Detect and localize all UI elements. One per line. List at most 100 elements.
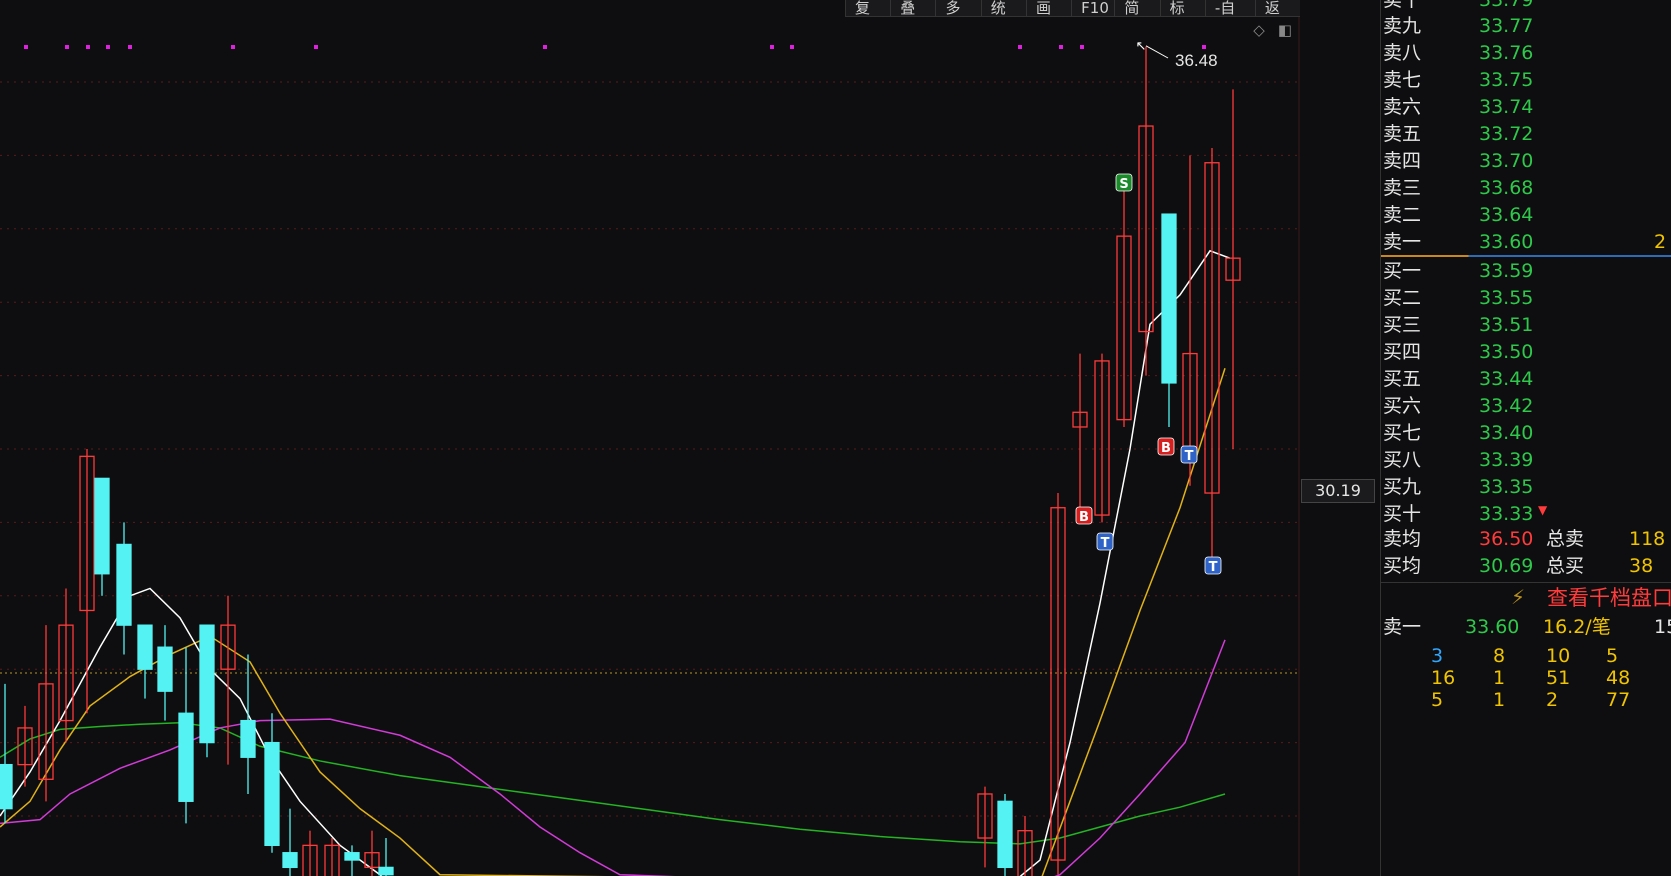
candle-down-body	[997, 800, 1013, 869]
overlay-button[interactable]: 叠加	[890, 0, 935, 16]
bid-level-label: 买六	[1383, 395, 1422, 417]
bid-level-row[interactable]: 买十 33.33	[1381, 501, 1671, 527]
kline-chart[interactable]: 36.0035.0034.0033.0032.0031.0030.0029.00…	[0, 0, 1300, 876]
bid-level-label: 买四	[1383, 341, 1422, 363]
candle-down-body	[378, 866, 394, 876]
mark-button[interactable]: 标记	[1159, 0, 1205, 16]
bid-level-label: 买十	[1383, 503, 1422, 525]
draw-line-button[interactable]: 画线	[1025, 0, 1071, 16]
restore-rights-button[interactable]: 复权	[845, 0, 890, 16]
bid-level-label: 买二	[1383, 287, 1422, 309]
ask-level-price: 33.74	[1479, 96, 1534, 118]
bid-level-row[interactable]: 买一 33.59	[1381, 258, 1671, 284]
signal-dot	[65, 45, 69, 49]
signal-dot	[24, 45, 28, 49]
ask-level-row[interactable]: 卖二 33.64	[1381, 202, 1671, 228]
candle-down-body	[116, 543, 132, 626]
ask-level-row[interactable]: 卖九 33.77	[1381, 13, 1671, 39]
back-button[interactable]: 返回	[1254, 0, 1300, 16]
signal-dot	[1018, 45, 1022, 49]
f10-button[interactable]: F10	[1071, 0, 1114, 16]
queue-cell: 51	[1546, 667, 1571, 689]
total-buy-label: 总买	[1546, 555, 1585, 577]
candle-down-body	[264, 741, 280, 847]
ask-level-price: 33.64	[1479, 204, 1534, 226]
trade-marker-letter: T	[1209, 560, 1218, 575]
total-sell-label: 总卖	[1546, 528, 1585, 550]
bid-level-row[interactable]: 买五 33.44	[1381, 366, 1671, 392]
bid-level-row[interactable]: 买九 33.35	[1381, 474, 1671, 500]
ask-level-row[interactable]: 卖四 33.70	[1381, 148, 1671, 174]
ask-level-row[interactable]: 卖八 33.76	[1381, 40, 1671, 66]
order-book-panel: 卖十 33.79 卖九 33.77 卖八 33.76 卖七 33.75 卖六 33.74 卖五 3…	[1380, 0, 1671, 876]
queue-cell: 10	[1546, 645, 1571, 667]
kline-chart-area[interactable]: 36.0035.0034.0033.0032.0031.0030.0029.00…	[0, 0, 1375, 876]
bid-level-label: 买九	[1383, 476, 1422, 498]
detail-price: 33.60	[1465, 616, 1520, 638]
bid-level-row[interactable]: 买三 33.51	[1381, 312, 1671, 338]
bid-level-price: 33.55	[1479, 287, 1534, 309]
remove-watchlist-button[interactable]: -自选	[1204, 0, 1255, 16]
ask-level-row[interactable]: 卖五 33.72	[1381, 121, 1671, 147]
view-depth-link[interactable]: 查看千档盘口	[1547, 585, 1671, 611]
buy-average-row: 买均 30.69 总买 38	[1381, 553, 1671, 579]
panel-toggle-icon[interactable]: ◧	[1277, 22, 1293, 38]
ask-level-label: 卖一	[1383, 231, 1422, 253]
diamond-icon[interactable]: ◇	[1251, 22, 1267, 38]
sell-average-label: 卖均	[1383, 528, 1422, 550]
bid-level-price: 33.35	[1479, 476, 1534, 498]
multi-stock-button[interactable]: 多股	[935, 0, 980, 16]
detail-label: 卖一	[1383, 616, 1422, 638]
high-price-label: 36.48	[1175, 51, 1218, 70]
signal-dot	[1059, 45, 1063, 49]
queue-cell: 1	[1493, 689, 1506, 711]
bid-level-price: 33.42	[1479, 395, 1534, 417]
total-sell-value: 118	[1629, 528, 1666, 550]
detail-row: 卖一 33.60 16.2/笔 15	[1381, 614, 1671, 640]
queue-cell: 16	[1431, 667, 1456, 689]
chart-toolbar: 复权 叠加 多股 统计 画线 F10 简框 标记 -自选 返回	[845, 0, 1300, 17]
down-arrow-icon: ▼	[1538, 503, 1548, 517]
order-book-row[interactable]: 卖十 33.79	[1381, 0, 1671, 13]
ask-level-row[interactable]: 卖一 33.60 2	[1381, 229, 1671, 255]
trade-marker-letter: B	[1161, 441, 1171, 456]
ask-level-label: 卖二	[1383, 204, 1422, 226]
bid-level-row[interactable]: 买四 33.50	[1381, 339, 1671, 365]
bid-level-label: 买七	[1383, 422, 1422, 444]
detail-extra: 15	[1654, 616, 1671, 638]
bid-level-row[interactable]: 买七 33.40	[1381, 420, 1671, 446]
signal-dot	[1202, 45, 1206, 49]
ask-level-label: 卖十	[1383, 0, 1422, 11]
bid-level-price: 33.39	[1479, 449, 1534, 471]
ask-level-price: 33.75	[1479, 69, 1534, 91]
queue-cell: 8	[1493, 645, 1506, 667]
ask-level-row[interactable]: 卖七 33.75	[1381, 67, 1671, 93]
signal-dot	[790, 45, 794, 49]
simple-frame-button[interactable]: 简框	[1114, 0, 1159, 16]
candle-down-body	[137, 624, 153, 670]
bid-level-row[interactable]: 买八 33.39	[1381, 447, 1671, 473]
statistics-button[interactable]: 统计	[980, 0, 1026, 16]
sell-average-price: 36.50	[1479, 528, 1534, 550]
bid-level-row[interactable]: 买六 33.42	[1381, 393, 1671, 419]
high-annotation-arrow: ↖	[1136, 39, 1147, 54]
ask-level-label: 卖九	[1383, 15, 1422, 37]
ask-level-volume: 2	[1654, 231, 1667, 253]
detail-per-trade: 16.2/笔	[1543, 616, 1611, 638]
ask-level-row[interactable]: 卖三 33.68	[1381, 175, 1671, 201]
sell-average-row: 卖均 36.50 总卖 118	[1381, 526, 1671, 552]
trade-marker-letter: T	[1185, 449, 1194, 464]
queue-cell: 77	[1606, 689, 1631, 711]
queue-cell: 48	[1606, 667, 1631, 689]
queue-cell: 1	[1493, 667, 1506, 689]
bid-level-price: 33.40	[1479, 422, 1534, 444]
spread-divider	[1381, 255, 1671, 257]
bid-level-row[interactable]: 买二 33.55	[1381, 285, 1671, 311]
trade-marker-letter: T	[1101, 536, 1110, 551]
ask-level-row[interactable]: 卖六 33.74	[1381, 94, 1671, 120]
ask-level-price: 33.72	[1479, 123, 1534, 145]
candle-down-body	[157, 646, 173, 692]
trade-marker-letter: B	[1079, 510, 1089, 525]
candle-down-body	[240, 719, 256, 758]
current-price-tag: 30.19	[1301, 479, 1375, 503]
